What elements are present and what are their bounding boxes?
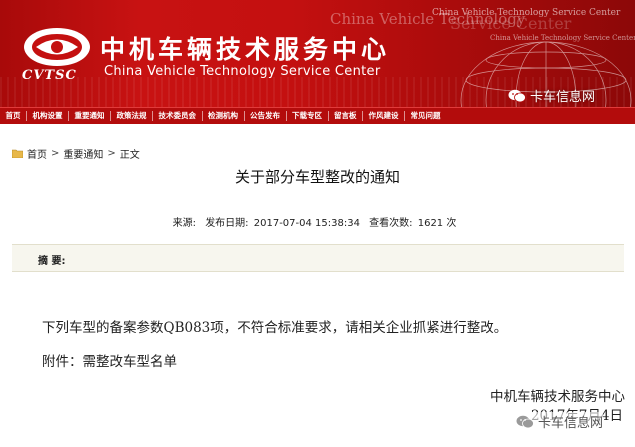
footer-wechat-watermark: 卡车信息网 [516, 412, 604, 431]
breadcrumb: 首页 > 重要通知 > 正文 [12, 146, 140, 161]
date-value: 2017-07-04 15:38:34 [253, 218, 360, 229]
wechat-icon [516, 415, 534, 428]
breadcrumb-section[interactable]: 重要通知 [63, 146, 103, 161]
nav-item-committee[interactable]: 技术委员会 [153, 111, 203, 121]
wechat-icon [508, 89, 526, 102]
org-name-cn: 中机车辆技术服务中心 [100, 35, 391, 64]
folder-icon [12, 149, 23, 158]
nav-item-organization[interactable]: 机构设置 [27, 111, 69, 121]
main-nav: 首页 机构设置 重要通知 政策法规 技术委员会 检测机构 公告发布 下载专区 留… [0, 107, 635, 124]
nav-item-testing[interactable]: 检测机构 [203, 111, 245, 121]
signature-org: 中机车辆技术服务中心 [490, 389, 625, 405]
nav-item-announcements[interactable]: 公告发布 [245, 111, 287, 121]
date-label: 发布日期: [205, 218, 249, 229]
breadcrumb-home[interactable]: 首页 [27, 146, 47, 161]
org-name-en: China Vehicle Technology Service Center [104, 64, 381, 79]
article-title: 关于部分车型整改的通知 [234, 168, 400, 186]
article-meta: 来源: 发布日期: 2017-07-04 15:38:34 查看次数: 1621… [0, 214, 635, 229]
nav-item-faq[interactable]: 常见问题 [405, 111, 446, 121]
abstract-label: 摘 要: [38, 256, 66, 267]
footer-wechat-label: 卡车信息网 [538, 416, 604, 431]
nav-item-regulations[interactable]: 政策法规 [111, 111, 153, 121]
nav-item-messages[interactable]: 留言板 [329, 111, 363, 121]
nav-item-downloads[interactable]: 下载专区 [287, 111, 329, 121]
breadcrumb-separator: > [51, 148, 60, 159]
wechat-watermark: 卡车信息网 [508, 86, 595, 105]
nav-item-home[interactable]: 首页 [0, 111, 27, 121]
abstract-box: 摘 要: [12, 244, 624, 272]
attachment-text: 附件：需整改车型名单 [42, 354, 177, 370]
article-body: 下列车型的备案参数QB083项，不符合标准要求，请相关企业抓紧进行整改。 [42, 320, 508, 336]
views-label: 查看次数: [369, 218, 413, 229]
nav-item-conduct[interactable]: 作风建设 [363, 111, 405, 121]
breadcrumb-separator: > [107, 148, 116, 159]
cvtsc-logo-icon [24, 28, 90, 66]
logo-wordmark: CVTSC [22, 68, 77, 83]
views-value: 1621 次 [417, 218, 457, 229]
site-banner: China Vehicle Technology China Vehicle T… [0, 0, 635, 107]
breadcrumb-current: 正文 [119, 150, 140, 161]
nav-item-notices[interactable]: 重要通知 [69, 111, 111, 121]
source-label: 来源: [172, 218, 196, 229]
wechat-label: 卡车信息网 [530, 90, 596, 105]
